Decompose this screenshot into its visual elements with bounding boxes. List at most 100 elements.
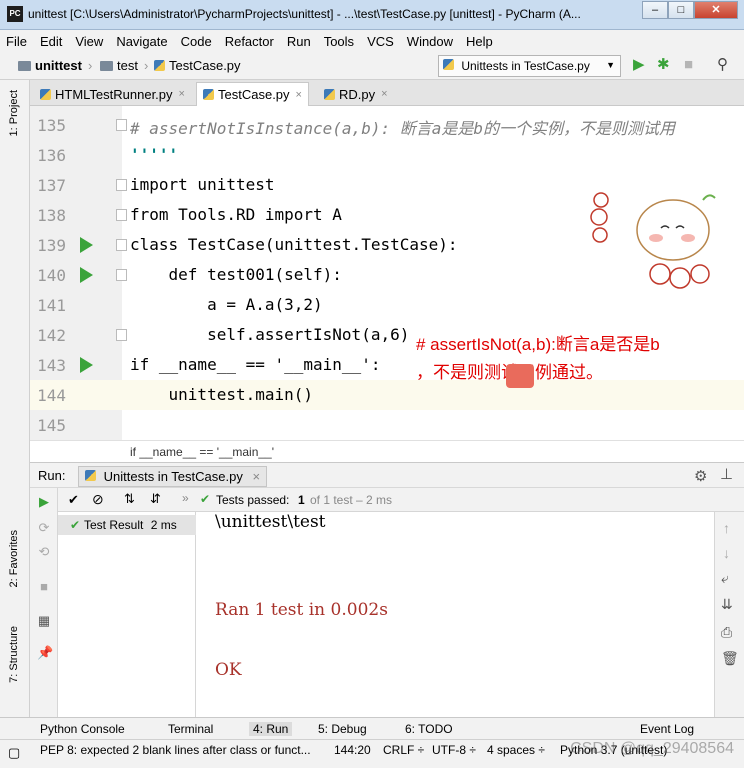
folder-icon: [100, 60, 113, 71]
menu-window[interactable]: Window: [407, 34, 453, 49]
toggle-auto-test-icon[interactable]: ⟲: [37, 545, 51, 559]
fold-marker-icon[interactable]: [116, 269, 127, 281]
scroll-to-end-icon[interactable]: ⇊: [721, 596, 733, 613]
favorites-tool-tab[interactable]: 2: Favorites: [8, 530, 20, 587]
menu-file[interactable]: File: [6, 34, 27, 49]
caret-position[interactable]: 144:20: [334, 743, 371, 757]
trash-icon[interactable]: 🗑: [721, 650, 739, 667]
close-tab-icon[interactable]: ×: [296, 89, 302, 101]
close-button[interactable]: ✕: [694, 1, 738, 19]
breadcrumb-folder[interactable]: test ›: [100, 58, 148, 73]
menu-help[interactable]: Help: [466, 34, 493, 49]
close-tab-icon[interactable]: ×: [381, 88, 387, 100]
code-editor[interactable]: 135 # assertNotIsInstance(a,b): 断言a是是b的一…: [30, 106, 744, 440]
watermark: CSDN @qq_29408564: [570, 740, 734, 757]
run-configuration-select[interactable]: Unittests in TestCase.py ▼: [438, 55, 621, 77]
run-tab[interactable]: Unittests in TestCase.py ×: [78, 466, 268, 487]
tab-testcase[interactable]: TestCase.py ×: [196, 82, 309, 106]
tab-rd[interactable]: RD.py ×: [318, 82, 394, 106]
menu-vcs[interactable]: VCS: [367, 34, 394, 49]
title-bar: PC unittest [C:\Users\Administrator\Pych…: [0, 0, 744, 30]
layout-icon[interactable]: ▦: [37, 614, 51, 628]
tab-todo[interactable]: 6: TODO: [405, 722, 453, 736]
more-icon[interactable]: »: [182, 491, 189, 505]
run-console-output[interactable]: \unittest\test Ran 1 test in 0.002s OK: [196, 512, 714, 717]
sort-alpha-icon[interactable]: ⇅: [124, 491, 135, 507]
print-icon[interactable]: ⎙: [721, 624, 732, 641]
folder-icon: [18, 60, 31, 71]
run-icon[interactable]: ▶: [633, 57, 645, 73]
up-arrow-icon[interactable]: ↑: [723, 520, 730, 536]
fold-marker-icon[interactable]: [116, 119, 127, 131]
run-label: Run:: [38, 468, 66, 483]
stop-icon[interactable]: ■: [684, 57, 693, 73]
passed-check-icon: ✔: [70, 518, 81, 532]
python-file-icon: [154, 60, 165, 71]
breadcrumb-file[interactable]: TestCase.py: [154, 58, 241, 73]
tab-run[interactable]: 4: Run: [249, 722, 293, 736]
hide-panel-icon[interactable]: ⊥: [720, 465, 733, 483]
indent-setting[interactable]: 4 spaces ÷: [487, 743, 545, 757]
code-line: 145: [37, 416, 66, 435]
sort-duration-icon[interactable]: ⇵: [150, 491, 161, 507]
maximize-button[interactable]: □: [668, 1, 694, 19]
tab-event-log[interactable]: Event Log: [640, 722, 694, 736]
soft-wrap-icon[interactable]: ⤶: [721, 570, 729, 587]
tab-htmltestrunner[interactable]: HTMLTestRunner.py ×: [34, 82, 191, 106]
bottom-tool-tabs: Python Console Terminal 4: Run 5: Debug …: [0, 717, 744, 739]
minimize-button[interactable]: –: [642, 1, 668, 19]
tab-python-console[interactable]: Python Console: [40, 722, 125, 736]
chevron-down-icon: ▼: [606, 60, 615, 70]
pin-icon[interactable]: 📌: [37, 646, 53, 660]
menu-view[interactable]: View: [75, 34, 103, 49]
gear-icon[interactable]: ⚙: [694, 467, 707, 485]
show-passed-icon[interactable]: ✔: [68, 492, 79, 508]
rerun-failed-icon[interactable]: ⟳: [37, 521, 51, 535]
menu-code[interactable]: Code: [181, 34, 212, 49]
menu-run[interactable]: Run: [287, 34, 311, 49]
status-bar: ▢ PEP 8: expected 2 blank lines after cl…: [0, 739, 744, 768]
editor-breadcrumb[interactable]: if __name__ == '__main__': [30, 440, 744, 462]
tests-passed-detail: of 1 test – 2 ms: [310, 493, 393, 507]
structure-tool-tab[interactable]: 7: Structure: [8, 626, 20, 683]
close-tab-icon[interactable]: ×: [179, 88, 185, 100]
code-line: 135 # assertNotIsInstance(a,b): 断言a是是b的一…: [37, 116, 675, 138]
search-icon[interactable]: ⚲: [717, 57, 728, 73]
line-separator[interactable]: CRLF ÷: [383, 743, 424, 757]
run-test-gutter-icon[interactable]: [80, 237, 93, 253]
breadcrumb-project[interactable]: unittest ›: [18, 58, 92, 73]
project-tool-tab[interactable]: 1: Project: [8, 90, 20, 136]
fold-marker-icon[interactable]: [116, 179, 127, 191]
menu-navigate[interactable]: Navigate: [116, 34, 167, 49]
menu-refactor[interactable]: Refactor: [225, 34, 274, 49]
layout-icon[interactable]: ▢: [8, 745, 20, 761]
python-file-icon: [85, 470, 96, 481]
menu-edit[interactable]: Edit: [40, 34, 62, 49]
test-results-toolbar: ✔ ⊘ ⇅ ⇵ » ✔ Tests passed: 1 of 1 test – …: [58, 488, 744, 512]
fold-marker-icon[interactable]: [116, 329, 127, 341]
fold-marker-icon[interactable]: [116, 209, 127, 221]
stop-icon[interactable]: ■: [37, 580, 51, 594]
tab-debug[interactable]: 5: Debug: [318, 722, 367, 736]
code-line-current: 144 unittest.main(): [30, 380, 744, 410]
debug-icon[interactable]: ✱: [657, 57, 670, 73]
menu-tools[interactable]: Tools: [324, 34, 354, 49]
console-line: OK: [215, 660, 242, 680]
fold-marker-icon[interactable]: [116, 239, 127, 251]
status-message[interactable]: PEP 8: expected 2 blank lines after clas…: [40, 743, 311, 757]
run-test-gutter-icon[interactable]: [80, 267, 93, 283]
test-tree: ✔ Test Result 2 ms: [58, 512, 196, 717]
share-icon[interactable]: [506, 364, 534, 388]
console-line: Ran 1 test in 0.002s: [215, 600, 388, 620]
rerun-icon[interactable]: ▶: [37, 495, 51, 509]
python-file-icon: [203, 89, 214, 100]
run-main-gutter-icon[interactable]: [80, 357, 93, 373]
test-result-item[interactable]: ✔ Test Result 2 ms: [58, 515, 196, 535]
python-file-icon: [324, 88, 335, 100]
down-arrow-icon[interactable]: ↓: [723, 545, 730, 561]
show-ignored-icon[interactable]: ⊘: [92, 491, 104, 508]
tab-terminal[interactable]: Terminal: [168, 722, 213, 736]
passed-check-icon: ✔: [200, 492, 211, 506]
file-encoding[interactable]: UTF-8 ÷: [432, 743, 476, 757]
close-tab-icon[interactable]: ×: [252, 469, 260, 484]
